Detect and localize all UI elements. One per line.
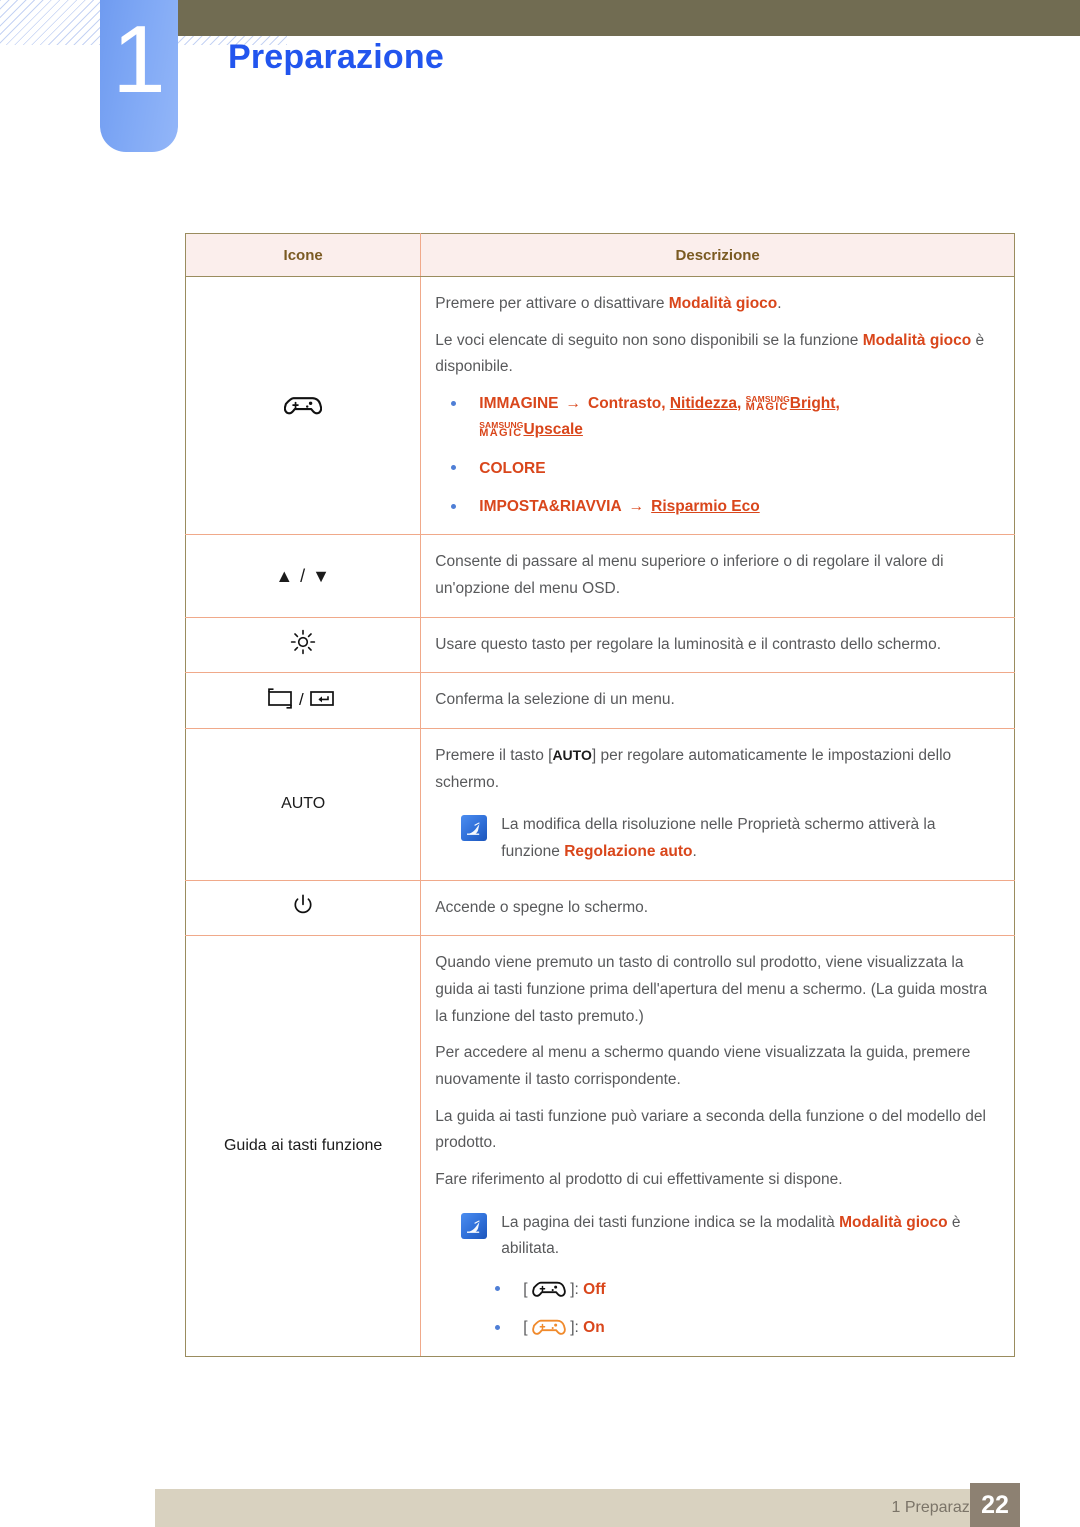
table-row: Guida ai tasti funzione Quando viene pre…: [184, 935, 1015, 1357]
list-item: [ ]: Off: [479, 1277, 998, 1303]
gamepad-off-icon: [528, 1281, 571, 1298]
auto-key-label: AUTO: [552, 746, 592, 763]
table-row: Accende o spegne lo schermo.: [184, 879, 1015, 937]
bracket-open: [: [523, 1319, 528, 1337]
description-cell-function-guide: Quando viene premuto un tasto di control…: [420, 935, 1015, 1357]
power-icon: [291, 894, 315, 921]
function-key-guide-label: Guida ai tasti funzione: [223, 1136, 383, 1154]
description-cell-brightness: Usare questo tasto per regolare la lumin…: [420, 616, 1015, 674]
page-title: Preparazione: [228, 38, 444, 76]
note-text: La pagina dei tasti funzione indica se l…: [501, 1210, 998, 1263]
column-header-icone: Icone: [184, 233, 422, 277]
icon-cell-gamepad: [184, 275, 422, 536]
description-cell-power: Accende o spegne lo schermo.: [420, 879, 1015, 937]
list-item: IMPOSTA&RIAVVIA → Risparmio Eco: [435, 494, 998, 520]
separator: ,: [835, 394, 840, 412]
page-number-badge: 22: [970, 1483, 1020, 1527]
menu-immagine: IMMAGINE: [479, 394, 559, 412]
note-pen-icon: [461, 815, 488, 842]
bracket-close: ]:: [570, 1280, 579, 1298]
icon-cell-brightness: [184, 616, 422, 674]
magic-wordmark: MAGIC: [479, 427, 523, 440]
list-item: [ ]: On: [479, 1315, 998, 1341]
icon-cell-auto: AUTO: [184, 727, 422, 881]
text-fragment: Le voci elencate di seguito non sono dis…: [435, 331, 863, 349]
menu-risparmio-eco: Risparmio Eco: [651, 498, 760, 515]
header-olive-bar: [175, 0, 1080, 36]
paragraph: Fare riferimento al prodotto di cui effe…: [435, 1170, 843, 1188]
highlight-modalita-gioco: Modalità gioco: [839, 1213, 948, 1231]
samsung-magic-logo: SAMSUNG MAGIC: [479, 421, 523, 440]
text-fragment: La pagina dei tasti funzione indica se l…: [501, 1213, 840, 1231]
paragraph: Consente di passare al menu superiore o …: [435, 553, 944, 597]
arrow-icon: →: [565, 394, 582, 412]
menu-colore: COLORE: [479, 459, 546, 477]
column-header-descrizione: Descrizione: [420, 233, 1015, 277]
table-row: / Conferma la selezione di un menu.: [184, 672, 1015, 729]
description-cell-enter: Conferma la selezione di un menu.: [420, 672, 1015, 729]
list-item: COLORE: [435, 456, 998, 482]
bracket-open: [: [523, 1280, 528, 1298]
up-down-arrows-icon: ▲ / ▼: [275, 565, 331, 586]
description-cell-navigation: Consente di passare al menu superiore o …: [420, 534, 1015, 618]
note-text: La modifica della risoluzione nelle Prop…: [501, 812, 998, 865]
menu-nitidezza: Nitidezza: [669, 394, 738, 412]
arrow-icon: →: [628, 498, 645, 515]
separator: ,: [661, 394, 666, 412]
key-functions-table: Icone Descrizione Premere per attivare o…: [184, 233, 1015, 1357]
separator: ,: [737, 394, 742, 412]
brightness-sun-icon: [290, 630, 316, 659]
paragraph: Premere per attivare o disattivare Modal…: [435, 291, 998, 318]
note-block: La pagina dei tasti funzione indica se l…: [461, 1210, 998, 1263]
text-fragment: .: [777, 295, 782, 312]
paragraph: Accende o spegne lo schermo.: [435, 898, 649, 916]
menu-imposta-riavvia: IMPOSTA&RIAVVIA: [479, 498, 622, 515]
icon-cell-function-guide: Guida ai tasti funzione: [184, 935, 422, 1357]
gamepad-on-icon: [528, 1319, 571, 1336]
icon-cell-return-enter: /: [184, 672, 422, 729]
table-row: AUTO Premere il tasto [AUTO] per regolar…: [184, 727, 1015, 881]
paragraph: Conferma la selezione di un menu.: [435, 691, 675, 709]
text-fragment: Premere il tasto [: [435, 746, 553, 764]
paragraph: Per accedere al menu a schermo quando vi…: [435, 1044, 971, 1088]
table-header-row: Icone Descrizione: [184, 233, 1015, 277]
table-row: Premere per attivare o disattivare Modal…: [184, 275, 1015, 536]
note-block: La modifica della risoluzione nelle Prop…: [461, 812, 998, 865]
icon-cell-up-down: ▲ / ▼: [184, 534, 422, 618]
table-row: Usare questo tasto per regolare la lumin…: [184, 616, 1015, 674]
state-value-on: On: [583, 1319, 605, 1337]
gamepad-icon: [283, 396, 323, 416]
note-pen-icon: [461, 1212, 488, 1239]
table-row: ▲ / ▼ Consente di passare al menu superi…: [184, 534, 1015, 618]
chapter-number-badge: 1: [100, 0, 178, 152]
menu-contrasto: Contrasto: [588, 394, 662, 412]
highlight-regolazione-auto: Regolazione auto: [564, 842, 693, 860]
text-fragment: .: [692, 842, 697, 860]
highlight-modalita-gioco: Modalità gioco: [668, 295, 778, 312]
auto-button-label: AUTO: [281, 795, 326, 813]
paragraph: Premere il tasto [AUTO] per regolare aut…: [435, 743, 998, 796]
description-cell-auto: Premere il tasto [AUTO] per regolare aut…: [420, 727, 1015, 881]
footer-bar: [155, 1489, 1020, 1527]
description-cell-gamemode: Premere per attivare o disattivare Modal…: [420, 275, 1015, 536]
highlight-modalita-gioco: Modalità gioco: [862, 331, 972, 349]
samsung-magic-logo: SAMSUNG MAGIC: [745, 395, 790, 413]
paragraph: La guida ai tasti funzione può variare a…: [435, 1107, 986, 1152]
gamemode-state-list: [ ]: Off []: On: [479, 1277, 998, 1342]
list-item: IMMAGINE → Contrasto, Nitidezza, SAMSUNG MA…: [435, 391, 998, 444]
state-value-off: Off: [583, 1280, 606, 1298]
menu-bright: Bright: [789, 394, 836, 412]
menu-path-list: IMMAGINE → Contrasto, Nitidezza, SAMSUNG MA…: [435, 391, 998, 520]
icon-cell-power: [184, 879, 422, 937]
paragraph: Quando viene premuto un tasto di control…: [435, 954, 988, 1025]
paragraph: Le voci elencate di seguito non sono dis…: [435, 328, 998, 381]
text-fragment: Premere per attivare o disattivare: [435, 295, 669, 312]
svg-text:/: /: [299, 690, 304, 709]
return-enter-icon: /: [266, 688, 340, 714]
menu-upscale: Upscale: [523, 421, 583, 439]
bracket-close: ]:: [570, 1319, 579, 1337]
paragraph: Usare questo tasto per regolare la lumin…: [435, 635, 942, 653]
magic-wordmark: MAGIC: [745, 400, 789, 413]
